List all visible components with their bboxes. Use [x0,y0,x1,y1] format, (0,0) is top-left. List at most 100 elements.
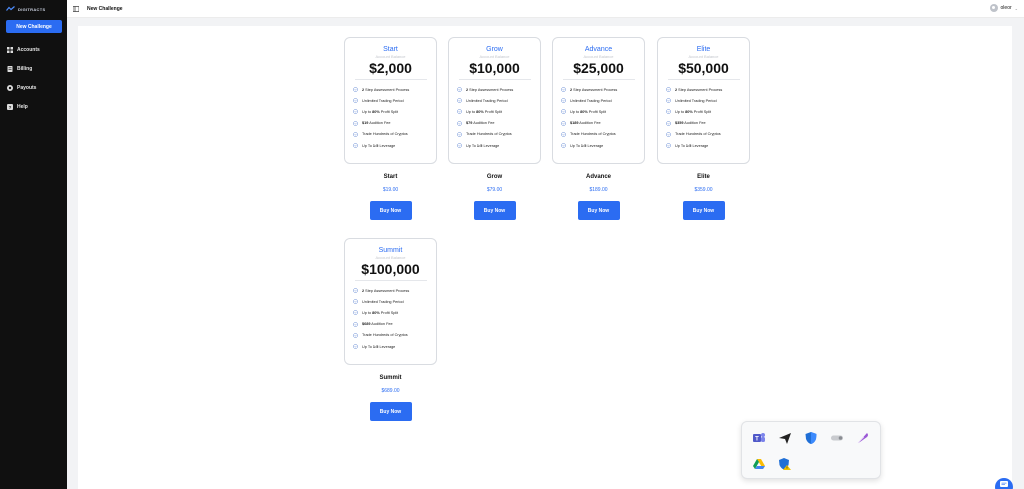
billing-icon [7,65,13,72]
plan-balance: $100,000 [361,261,420,277]
system-tray-popup: T [741,421,881,479]
plan-purchase-summit: Summit $689.00 Buy Now [344,375,437,421]
buy-now-button[interactable]: Buy Now [369,201,412,220]
feature-item: 2 Step Assessment Process [345,84,436,95]
feature-item: 2 Step Assessment Process [345,285,436,296]
feature-item: Unlimited Trading Period [553,95,644,106]
sidebar-item-billing[interactable]: Billing [7,59,40,78]
feature-text: Step Assessment Process [677,87,723,92]
plan-subtitle: Account Balance [583,54,614,59]
feature-prefix: Up To [466,143,477,148]
user-menu[interactable]: oleor ⌄ [989,4,1018,12]
top-bar: New Challenge oleor ⌄ [67,0,1024,18]
check-circle-icon [666,87,671,92]
feature-item: Trade Hundreds of Cryptos [449,129,540,140]
plan-card-summit: Summit Account Balance $100,000 2 Step Asse… [344,238,437,365]
check-circle-icon [666,109,671,115]
feature-text: Step Assessment Process [364,288,410,293]
check-circle-icon [666,120,671,126]
feature-item: $79 Audition Fee [449,118,540,129]
feature-item: $19 Audition Fee [345,118,436,129]
plan-purchase-start: Start $19.00 Buy Now [344,174,437,220]
help-icon: ? [7,103,13,110]
feature-text: Audition Fee [578,121,601,126]
chat-button[interactable] [995,478,1013,489]
sidebar: DIGITRACTS New Challenge Accounts Billin… [0,0,67,489]
sidebar-toggle-icon[interactable] [73,6,79,12]
feature-highlight: 80% [476,109,484,114]
feature-item: Up To 1:5 Leverage [345,140,436,151]
feature-text: Unlimited Trading Period [570,98,612,103]
check-circle-icon [353,332,358,338]
plan-card-start: Start Account Balance $2,000 2 Step Assessm… [344,37,437,164]
feature-text: Leverage [378,143,396,148]
chat-icon [1000,481,1008,487]
feather-icon[interactable] [856,431,870,445]
buy-now-button[interactable]: Buy Now [682,201,725,220]
plan-name: Advance [584,46,613,53]
feature-text: Unlimited Trading Period [362,299,404,304]
toggle-icon[interactable] [830,431,844,445]
security-warning-icon[interactable] [778,457,792,471]
check-circle-icon [353,321,358,327]
shield-icon[interactable] [804,431,818,445]
feature-item: 2 Step Assessment Process [658,84,749,95]
page-title: New Challenge [87,6,123,12]
plan-card-advance: Advance Account Balance $25,000 2 Step Asse… [552,37,645,164]
teams-icon[interactable]: T [752,431,766,445]
new-challenge-button[interactable]: New Challenge [6,20,62,33]
plan-title: Grow [486,174,503,180]
send-icon[interactable] [778,431,792,445]
feature-text: Leverage [482,143,500,148]
check-circle-icon [561,143,566,148]
check-circle-icon [353,109,358,115]
sidebar-item-label: Billing [17,65,33,72]
feature-item: Trade Hundreds of Cryptos [553,129,644,140]
sidebar-item-label: Help [17,103,28,110]
svg-text:T: T [755,437,759,443]
feature-item: Up To 1:5 Leverage [553,140,644,151]
check-circle-icon [353,120,358,126]
buy-now-button[interactable]: Buy Now [577,201,620,220]
sidebar-item-label: Payouts [17,84,37,91]
plan-balance: $50,000 [678,60,729,76]
svg-text:?: ? [9,104,12,109]
feature-text: Trade Hundreds of Cryptos [362,333,408,338]
app-logo[interactable]: DIGITRACTS [6,6,45,12]
feature-text: Unlimited Trading Period [362,98,404,103]
plan-price: $359.00 [694,187,713,193]
check-circle-icon [353,131,358,137]
feature-text: Profit Split [587,109,607,114]
plan-balance: $2,000 [369,60,412,76]
feature-text: Audition Fee [683,121,706,126]
sidebar-item-accounts[interactable]: Accounts [7,40,40,59]
feature-item: Unlimited Trading Period [658,95,749,106]
avatar [989,4,998,12]
plan-card-grow: Grow Account Balance $10,000 2 Step Assessm… [448,37,541,164]
feature-text: Unlimited Trading Period [466,98,508,103]
plan-title: Elite [697,174,710,180]
plan-name: Start [383,46,398,53]
feature-text: Profit Split [692,109,712,114]
plan-price: $189.00 [589,187,608,193]
sidebar-item-help[interactable]: ? Help [7,97,40,116]
check-circle-icon [457,143,462,148]
sidebar-item-payouts[interactable]: Payouts [7,78,40,97]
check-circle-icon [561,98,566,104]
plan-purchase-advance: Advance $189.00 Buy Now [552,174,645,220]
check-circle-icon [666,98,671,104]
feature-text: Step Assessment Process [468,87,514,92]
divider [562,79,635,80]
plan-purchase-grow: Grow $79.00 Buy Now [448,174,541,220]
feature-item: Up to 80% Profit Split [449,106,540,117]
divider [667,79,740,80]
feature-item: Unlimited Trading Period [345,296,436,307]
drive-icon[interactable] [752,457,766,471]
buy-now-button[interactable]: Buy Now [369,402,412,421]
check-circle-icon [561,131,566,137]
feature-prefix: Up to [362,109,373,114]
payout-icon [7,84,13,91]
feature-text: Leverage [586,143,604,148]
buy-now-button[interactable]: Buy Now [473,201,516,220]
check-circle-icon [353,310,358,316]
